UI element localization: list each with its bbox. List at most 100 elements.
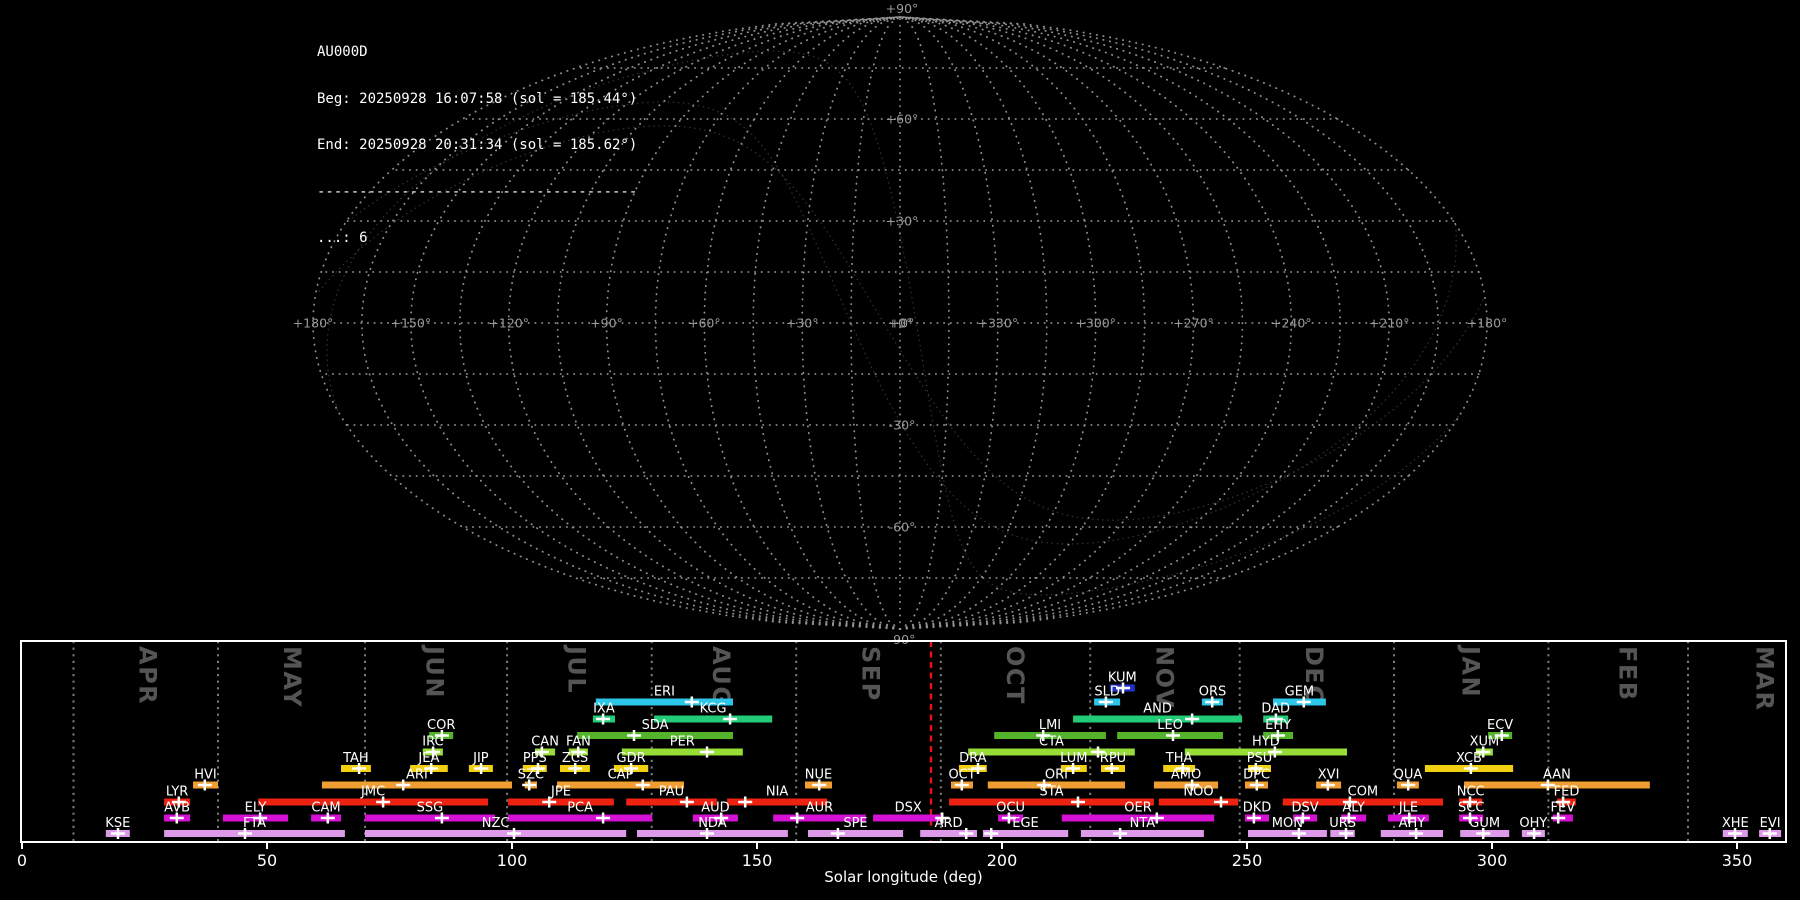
x-tick-label: 250: [1232, 851, 1263, 870]
shower-label: DSV: [1292, 801, 1319, 816]
shower-label: XCB: [1456, 751, 1482, 766]
shower-bar: [1248, 830, 1327, 837]
shower-label: THA: [1165, 751, 1193, 766]
x-tick-label: 200: [987, 851, 1018, 870]
x-tick-label: 300: [1477, 851, 1508, 870]
shower-bars: KUMERI SLD ORS GEMIXA KCG AND DADCOR SDA LMI LEO E…: [105, 671, 1782, 839]
shower-peak-marker: [700, 746, 714, 758]
shower-bar: [577, 732, 733, 739]
shower-label: GUM: [1469, 816, 1500, 831]
month-label: NOV: [1150, 646, 1178, 709]
month-label: MAY: [278, 646, 306, 708]
shower-bar: [508, 814, 653, 822]
shower-label: ALY: [1342, 801, 1364, 816]
shower-label: PER: [670, 735, 695, 750]
x-axis-title: Solar longitude (deg): [824, 868, 982, 886]
shower-label: ORI: [1045, 768, 1068, 783]
shower-label: COM: [1348, 785, 1379, 800]
shower-bar: [258, 798, 488, 806]
shower-label: DRA: [959, 751, 987, 766]
shower-label: SZC: [518, 768, 544, 783]
shower-label: SDA: [642, 718, 669, 733]
month-label: OCT: [1001, 646, 1029, 705]
shower-label: AHY: [1399, 816, 1426, 831]
x-tick-label: 0: [17, 851, 27, 870]
shower-bar: [873, 814, 944, 822]
shower-peak-marker: [1113, 828, 1128, 839]
shower-bar: [164, 830, 345, 837]
shower-peak-marker: [1071, 796, 1085, 808]
shower-label: AMO: [1171, 768, 1201, 783]
shower-label: PSU: [1247, 751, 1273, 766]
shower-bar: [1080, 830, 1204, 837]
shower-label: ECV: [1487, 718, 1513, 733]
shower-bar: [365, 830, 627, 837]
shower-label: FEV: [1551, 801, 1576, 816]
shower-label: CAN: [531, 735, 559, 750]
shower-label: JPE: [550, 785, 571, 800]
shower-label: NTA: [1130, 816, 1156, 831]
shower-label: ELY: [245, 801, 267, 816]
shower-label: NIA: [766, 785, 789, 800]
shower-label: CAM: [311, 801, 340, 816]
shower-label: NDA: [698, 816, 727, 831]
shower-peak-marker: [684, 696, 699, 708]
month-label: AUG: [707, 646, 735, 708]
shower-peak-marker: [596, 812, 611, 824]
shower-label: PCA: [567, 801, 593, 816]
shower-label: ERI: [654, 685, 675, 700]
shower-label: PAU: [659, 785, 684, 800]
shower-label: PPS: [523, 751, 547, 766]
month-label: JUN: [420, 644, 448, 699]
shower-label: SSG: [417, 801, 444, 816]
shower-label: DKD: [1243, 801, 1272, 816]
activity-timeline-chart: APR MAY JUN JUL AUG SEP OCT NOV DEC JAN FEB MARKUME…: [17, 640, 1787, 886]
month-label: MAR: [1751, 646, 1779, 711]
shower-bar: [365, 814, 495, 822]
shower-peak-marker: [738, 796, 753, 808]
month-label: JAN: [1457, 644, 1485, 698]
shower-peak-marker: [1185, 713, 1200, 725]
shower-label: ARD: [935, 816, 963, 831]
shower-bar: [508, 798, 614, 806]
shower-label: STA: [1039, 785, 1063, 800]
shower-label: LEO: [1157, 718, 1183, 733]
shower-peak-marker: [1214, 796, 1228, 808]
shower-label: LYR: [166, 785, 189, 800]
shower-label: JEA: [417, 751, 439, 766]
month-label: SEP: [856, 646, 884, 702]
shower-bar: [808, 830, 904, 837]
shower-label: AND: [1143, 702, 1172, 717]
month-label: APR: [134, 646, 162, 705]
shower-label: GEM: [1285, 685, 1315, 700]
shower-label: NOO: [1183, 785, 1213, 800]
month-label: FEB: [1613, 646, 1641, 702]
shower-label: EGE: [1012, 816, 1039, 831]
shower-label: JMC: [360, 785, 385, 800]
shower-label: OER: [1124, 801, 1151, 816]
x-tick-label: 350: [1722, 851, 1753, 870]
shower-label: AUR: [806, 801, 833, 816]
shower-label: ARI: [406, 768, 428, 783]
shower-peak-marker: [790, 812, 805, 824]
x-axis: 0 50 100 150 200 250 300 350 Solar longitude (de…: [17, 842, 1752, 886]
shower-label: FED: [1554, 785, 1580, 800]
month-label: JUL: [562, 644, 590, 694]
shower-label: URS: [1329, 816, 1356, 831]
shower-peak-marker: [627, 730, 641, 741]
shower-label: SPE: [843, 816, 867, 831]
shower-label: DSX: [895, 801, 922, 816]
shower-bar: [654, 715, 773, 723]
shower-label: CAP: [608, 768, 634, 783]
shower-label: NZC: [482, 816, 510, 831]
x-tick-label: 100: [497, 851, 528, 870]
shower-label: CTA: [1039, 735, 1064, 750]
x-tick-label: 50: [257, 851, 277, 870]
shower-label: KCG: [700, 702, 727, 717]
x-tick-label: 150: [742, 851, 773, 870]
shower-label: AUD: [701, 801, 729, 816]
shower-peak-marker: [635, 779, 650, 791]
shower-label: TAH: [342, 751, 369, 766]
meteor-shower-activity-screen: { "info": { "id": "AU000D", "beg": "Beg:…: [0, 0, 1800, 900]
shower-peak-marker: [984, 828, 999, 839]
